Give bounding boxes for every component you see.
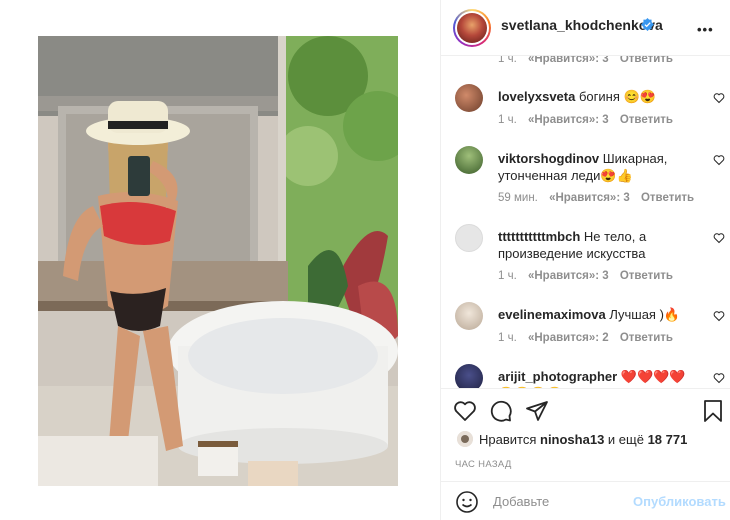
comment-input[interactable]: Добавьте (493, 494, 549, 509)
comment-reply[interactable]: Ответить (620, 114, 673, 126)
comments-list[interactable]: 1 ч. «Нравится»: 3 Ответить lovelyxsveta… (441, 56, 730, 388)
likes-summary[interactable]: Нравится ninosha13 и ещё 18 771 (479, 432, 687, 447)
post-timestamp[interactable]: ЧАС НАЗАД (455, 459, 512, 470)
comment-reply[interactable]: Ответить (620, 270, 673, 282)
heart-icon[interactable] (453, 399, 477, 423)
liker-avatar[interactable] (457, 431, 473, 447)
commenter-username[interactable]: tttttttttttmbch (498, 229, 580, 244)
comment-meta: 59 мин. «Нравится»: 3 Ответить (498, 192, 702, 204)
comment-reply[interactable]: Ответить (620, 332, 673, 344)
bookmark-icon[interactable] (701, 399, 725, 423)
commenter-username[interactable]: arijit_photographer (498, 369, 617, 384)
commenter-avatar[interactable] (455, 146, 483, 174)
author-username[interactable]: svetlana_khodchenkova (501, 17, 663, 33)
like-comment-icon[interactable] (713, 154, 725, 166)
commenter-username[interactable]: evelinemaximova (498, 307, 606, 322)
share-icon[interactable] (525, 399, 549, 423)
comment-text: evelinemaximova Лучшая )🔥 (498, 306, 703, 323)
commenter-avatar[interactable] (455, 364, 483, 388)
comment-likes[interactable]: «Нравится»: 2 (528, 332, 609, 344)
comment-time: 59 мин. (498, 192, 538, 204)
comment-likes[interactable]: «Нравится»: 3 (528, 56, 609, 65)
likes-prefix: Нравится (479, 432, 537, 447)
comment-likes[interactable]: «Нравится»: 3 (528, 270, 609, 282)
commenter-avatar[interactable] (455, 84, 483, 112)
comment-time: 1 ч. (498, 270, 517, 282)
add-comment-bar: Добавьте Опубликовать (441, 481, 730, 520)
comment-meta: 1 ч. «Нравится»: 3 Ответить (498, 114, 681, 126)
photo-illustration (38, 36, 398, 486)
comment-meta: 1 ч. «Нравится»: 3 Ответить (498, 56, 681, 65)
likes-count[interactable]: 18 771 (648, 432, 688, 447)
verified-badge-icon (641, 18, 654, 31)
comment-likes[interactable]: «Нравится»: 3 (549, 192, 630, 204)
comment-likes[interactable]: «Нравится»: 3 (528, 114, 609, 126)
like-comment-icon[interactable] (713, 310, 725, 322)
comment-time: 1 ч. (498, 332, 517, 344)
like-comment-icon[interactable] (713, 372, 725, 384)
like-comment-icon[interactable] (713, 232, 725, 244)
likes-and: и ещё (607, 432, 644, 447)
post-sidebar: svetlana_khodchenkova ••• 1 ч. «Нравится… (440, 0, 730, 520)
comment-text: viktorshogdinov Шикарная, утонченная лед… (498, 150, 703, 184)
commenter-username[interactable]: viktorshogdinov (498, 151, 599, 166)
comment-reply[interactable]: Ответить (641, 192, 694, 204)
comment-body: Лучшая )🔥 (609, 307, 681, 322)
commenter-username[interactable]: lovelyxsveta (498, 89, 575, 104)
publish-button[interactable]: Опубликовать (633, 494, 726, 509)
more-options-icon[interactable]: ••• (697, 20, 714, 40)
post-actions: Нравится ninosha13 и ещё 18 771 ЧАС НАЗА… (441, 388, 730, 520)
comment-meta: 1 ч. «Нравится»: 3 Ответить (498, 270, 681, 282)
comment-body: богиня 😊😍 (578, 89, 656, 104)
commenter-avatar[interactable] (455, 302, 483, 330)
comment-time: 1 ч. (498, 114, 517, 126)
liker-username[interactable]: ninosha13 (540, 432, 604, 447)
like-comment-icon[interactable] (713, 92, 725, 104)
post-header: svetlana_khodchenkova ••• (441, 0, 730, 56)
comment-text: tttttttttttmbch Не тело, а произведение … (498, 228, 703, 262)
author-avatar[interactable] (453, 9, 491, 47)
comment-reply[interactable]: Ответить (620, 56, 673, 65)
comment-body: ❤️❤️❤️❤️ (620, 369, 686, 384)
comment-time: 1 ч. (498, 56, 517, 65)
comment-text: lovelyxsveta богиня 😊😍 (498, 88, 703, 105)
commenter-avatar[interactable] (455, 224, 483, 252)
comment-meta: 1 ч. «Нравится»: 2 Ответить (498, 332, 681, 344)
emoji-icon[interactable] (455, 490, 479, 514)
post-photo[interactable] (38, 36, 398, 486)
comment-icon[interactable] (489, 399, 513, 423)
photo-panel (0, 0, 440, 520)
comment-text: arijit_photographer ❤️❤️❤️❤️😊😊😊😊 (498, 368, 703, 388)
